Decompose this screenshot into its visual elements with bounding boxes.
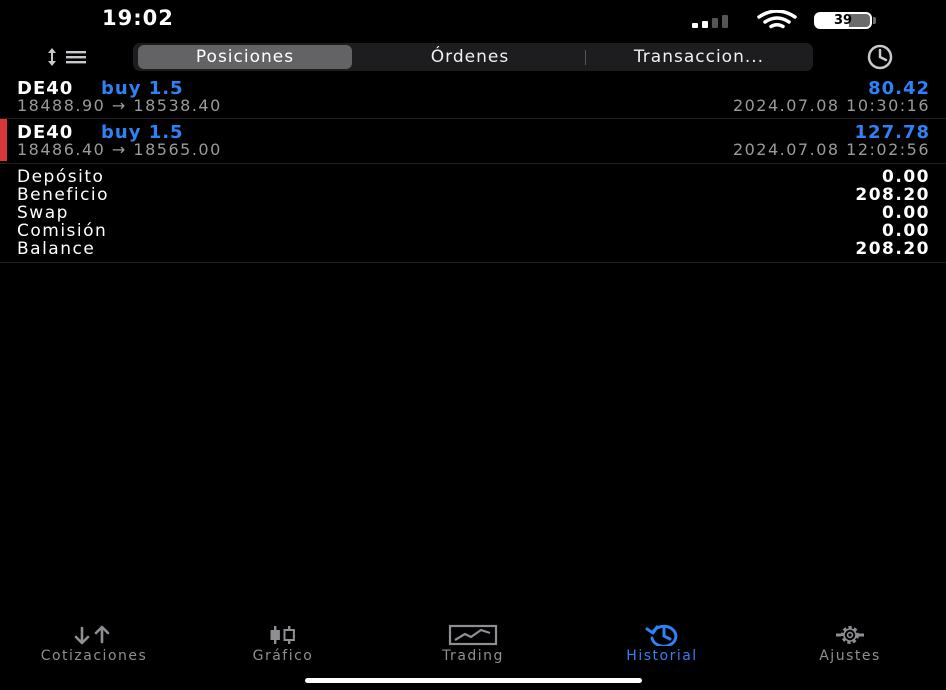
- battery-icon: 39: [814, 12, 876, 31]
- cellular-signal-icon: [692, 14, 742, 28]
- summary-label: Comisión: [17, 221, 108, 241]
- tab-label: Gráfico: [252, 648, 314, 664]
- status-time: 19:02: [102, 6, 174, 30]
- battery-level: 39: [833, 13, 853, 28]
- tab-trading[interactable]: Trading: [388, 624, 558, 668]
- summary-row-deposit: Depósito 0.00: [0, 168, 946, 186]
- summary-label: Depósito: [17, 167, 105, 187]
- position-datetime: 2024.07.08 10:30:16: [732, 96, 930, 115]
- tab-positions[interactable]: Posiciones: [138, 45, 352, 69]
- summary-value: 208.20: [855, 185, 930, 205]
- summary-row-commission: Comisión 0.00: [0, 222, 946, 240]
- tab-chart[interactable]: Gráfico: [198, 624, 368, 668]
- tab-quotes[interactable]: Cotizaciones: [9, 624, 179, 668]
- summary-label: Swap: [17, 203, 69, 223]
- divider: [0, 118, 946, 119]
- position-row[interactable]: DE40 buy 1.5 127.78 18486.40 → 18565.00 …: [0, 119, 946, 166]
- summary-value: 208.20: [855, 239, 930, 259]
- summary-value: 0.00: [882, 221, 930, 241]
- tab-label: Historial: [626, 648, 698, 664]
- position-datetime: 2024.07.08 12:02:56: [732, 140, 930, 159]
- position-prices: 18488.90 → 18538.40: [17, 96, 222, 115]
- home-indicator[interactable]: [305, 678, 642, 683]
- tab-history[interactable]: Historial: [577, 624, 747, 668]
- trading-icon: [448, 624, 498, 646]
- tab-label: Ajustes: [819, 648, 881, 664]
- tab-orders[interactable]: Órdenes: [355, 45, 585, 69]
- summary-value: 0.00: [882, 203, 930, 223]
- quotes-icon: [74, 625, 110, 645]
- chart-icon: [270, 626, 295, 644]
- history-screen: 19:02 39 Posiciones Órdenes Transaccion.…: [0, 0, 946, 690]
- divider: [0, 262, 946, 263]
- summary-row-profit: Beneficio 208.20: [0, 186, 946, 204]
- sort-icon[interactable]: [44, 45, 92, 69]
- position-marker: [0, 119, 7, 161]
- tab-label: Cotizaciones: [40, 648, 148, 664]
- wifi-icon: [757, 10, 797, 29]
- settings-icon: [836, 626, 864, 644]
- segment-divider: [585, 50, 586, 65]
- history-icon: [645, 624, 678, 646]
- summary-value: 0.00: [882, 167, 930, 187]
- summary-label: Beneficio: [17, 185, 110, 205]
- divider: [0, 163, 946, 164]
- summary-row-balance: Balance 208.20: [0, 240, 946, 258]
- tab-transactions[interactable]: Transaccion...: [588, 45, 810, 69]
- summary-row-swap: Swap 0.00: [0, 204, 946, 222]
- tab-settings[interactable]: Ajustes: [765, 624, 935, 668]
- position-prices: 18486.40 → 18565.00: [17, 140, 222, 159]
- history-segmented-control: Posiciones Órdenes Transaccion...: [133, 43, 813, 71]
- summary-label: Balance: [17, 239, 96, 259]
- tab-label: Trading: [442, 648, 504, 664]
- position-row[interactable]: DE40 buy 1.5 80.42 18488.90 → 18538.40 2…: [0, 78, 946, 122]
- clock-icon[interactable]: [855, 43, 905, 71]
